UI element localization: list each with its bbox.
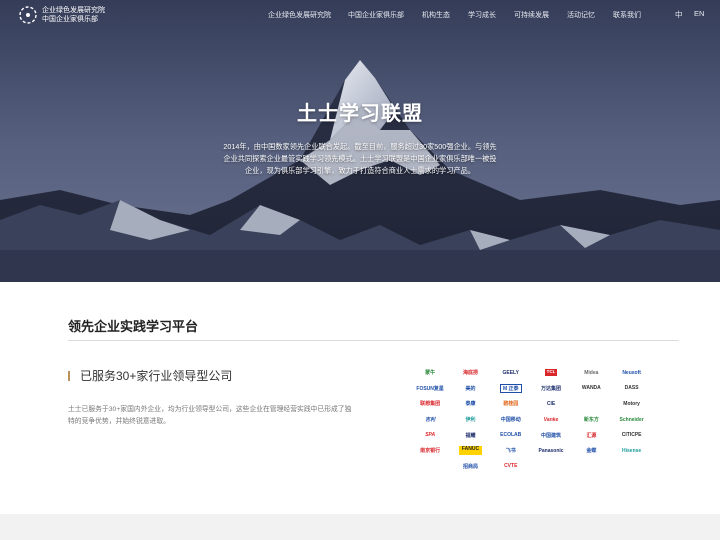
client-logo-grid: 蒙牛 海底捞 GEELY TCL Midea Neusoft FOSUN复星 美…: [410, 365, 652, 474]
logo-row: 招商局 CVTE: [410, 459, 652, 475]
nav-item-learning[interactable]: 学习成长: [468, 10, 496, 20]
client-logo: Schneider: [619, 416, 644, 423]
client-logo: Panasonic: [538, 447, 564, 454]
client-logo: M 正泰: [499, 383, 522, 393]
client-logo: 碧桂园: [503, 401, 519, 408]
client-logo: [611, 460, 651, 472]
logo-row: 联想集团 泰康 碧桂园 CIE Motory: [410, 396, 652, 412]
client-logo: 海底捞: [462, 370, 478, 377]
logo-line-2: 中国企业家俱乐部: [42, 15, 98, 23]
gold-marker: [68, 370, 70, 381]
lang-zh-link[interactable]: 中: [675, 9, 683, 20]
top-navigation: 企业绿色发展研究院 中国企业家俱乐部 企业绿色发展研究院 中国企业家俱乐部 机构…: [0, 0, 720, 30]
client-logo: 汇源: [586, 432, 597, 439]
client-logo: 金蝶: [586, 448, 597, 455]
client-logo: 中国移动: [500, 417, 521, 424]
client-logo: 伊利: [465, 417, 476, 424]
client-logo: 万达集团: [541, 385, 562, 392]
section-subtitle: 已服务30+家行业领导型公司: [80, 369, 233, 383]
client-logo: [531, 460, 571, 472]
nav-item-green-institute[interactable]: 企业绿色发展研究院: [268, 10, 331, 20]
site-logo[interactable]: 企业绿色发展研究院 中国企业家俱乐部: [18, 5, 105, 25]
nav-item-sustainability[interactable]: 可持续发展: [514, 10, 549, 20]
logo-line-1: 企业绿色发展研究院: [42, 6, 105, 14]
client-logo: 南京银行: [420, 448, 441, 455]
client-logo: 蒙牛: [425, 370, 436, 377]
client-logo: Midea: [584, 369, 599, 376]
client-logo: CVTE: [504, 463, 518, 470]
client-logo: SPA: [425, 432, 436, 439]
client-logo: Hisense: [622, 447, 642, 454]
logo-row: 蒙牛 海底捞 GEELY TCL Midea Neusoft: [410, 365, 652, 381]
nav-item-events[interactable]: 活动记忆: [567, 10, 595, 20]
main-menu: 企业绿色发展研究院 中国企业家俱乐部 机构生态 学习成长 可持续发展 活动记忆 …: [268, 10, 659, 20]
client-logo: [571, 460, 611, 472]
client-logo: 福耀: [465, 432, 476, 439]
section-subtitle-wrap: 已服务30+家行业领导型公司: [68, 367, 232, 384]
client-logo: [410, 460, 450, 472]
client-logo: GEELY: [502, 369, 519, 376]
nav-item-ecosystem[interactable]: 机构生态: [422, 10, 450, 20]
client-logo: 新东方: [583, 417, 599, 424]
nav-item-entrepreneur-club[interactable]: 中国企业家俱乐部: [348, 10, 404, 20]
client-logo: [571, 398, 611, 410]
section-title: 领先企业实践学习平台: [68, 319, 199, 334]
client-logo: DASS: [624, 385, 639, 392]
client-logo: Neusoft: [622, 369, 641, 376]
hero-title: 土士学习联盟: [297, 103, 423, 125]
client-logo: 泰康: [465, 401, 476, 408]
client-logo: Vanke: [543, 416, 559, 423]
client-logo: 吉利: [425, 417, 436, 424]
client-logo: CITICPE: [621, 432, 642, 439]
client-logo: 联想集团: [420, 401, 441, 408]
logo-row: FOSUN复星 美的 M 正泰 万达集团 WANDA DASS: [410, 381, 652, 397]
client-logo: 美的: [465, 385, 476, 392]
logo-row: 吉利 伊利 中国移动 Vanke 新东方 Schneider: [410, 412, 652, 428]
logo-row: 南京银行 FANUC 飞书 Panasonic 金蝶 Hisense: [410, 443, 652, 459]
section-description: 土士已服务于30+家国内外企业，均为行业领导型公司，这些企业在管理经营实践中已形…: [68, 406, 352, 425]
client-logo: TCL: [544, 369, 558, 377]
client-logo: 招商局: [462, 463, 478, 470]
hero-banner: 企业绿色发展研究院 中国企业家俱乐部 企业绿色发展研究院 中国企业家俱乐部 机构…: [0, 0, 720, 282]
client-logo: FANUC: [458, 446, 483, 456]
section-divider: [68, 340, 679, 341]
logo-ring-icon: [19, 6, 37, 24]
lang-en-link[interactable]: EN: [694, 9, 704, 18]
nav-item-contact[interactable]: 联系我们: [613, 10, 641, 20]
logo-row: SPA 福耀 ECOLAB 中国建筑 汇源 CITICPE: [410, 427, 652, 443]
client-logo: 中国建筑: [541, 432, 562, 439]
client-logo: ECOLAB: [500, 432, 522, 439]
client-logo: CIE: [546, 400, 556, 407]
hero-description: 2014年，由中国数家领先企业联合发起。截至目前，服务超过30家500强企业。与…: [223, 142, 497, 175]
client-logo: 飞书: [505, 448, 516, 455]
client-logo: WANDA: [581, 385, 601, 392]
client-logo: FOSUN复星: [416, 385, 444, 392]
footer-band: [0, 514, 720, 540]
client-logo: Motory: [623, 400, 640, 407]
